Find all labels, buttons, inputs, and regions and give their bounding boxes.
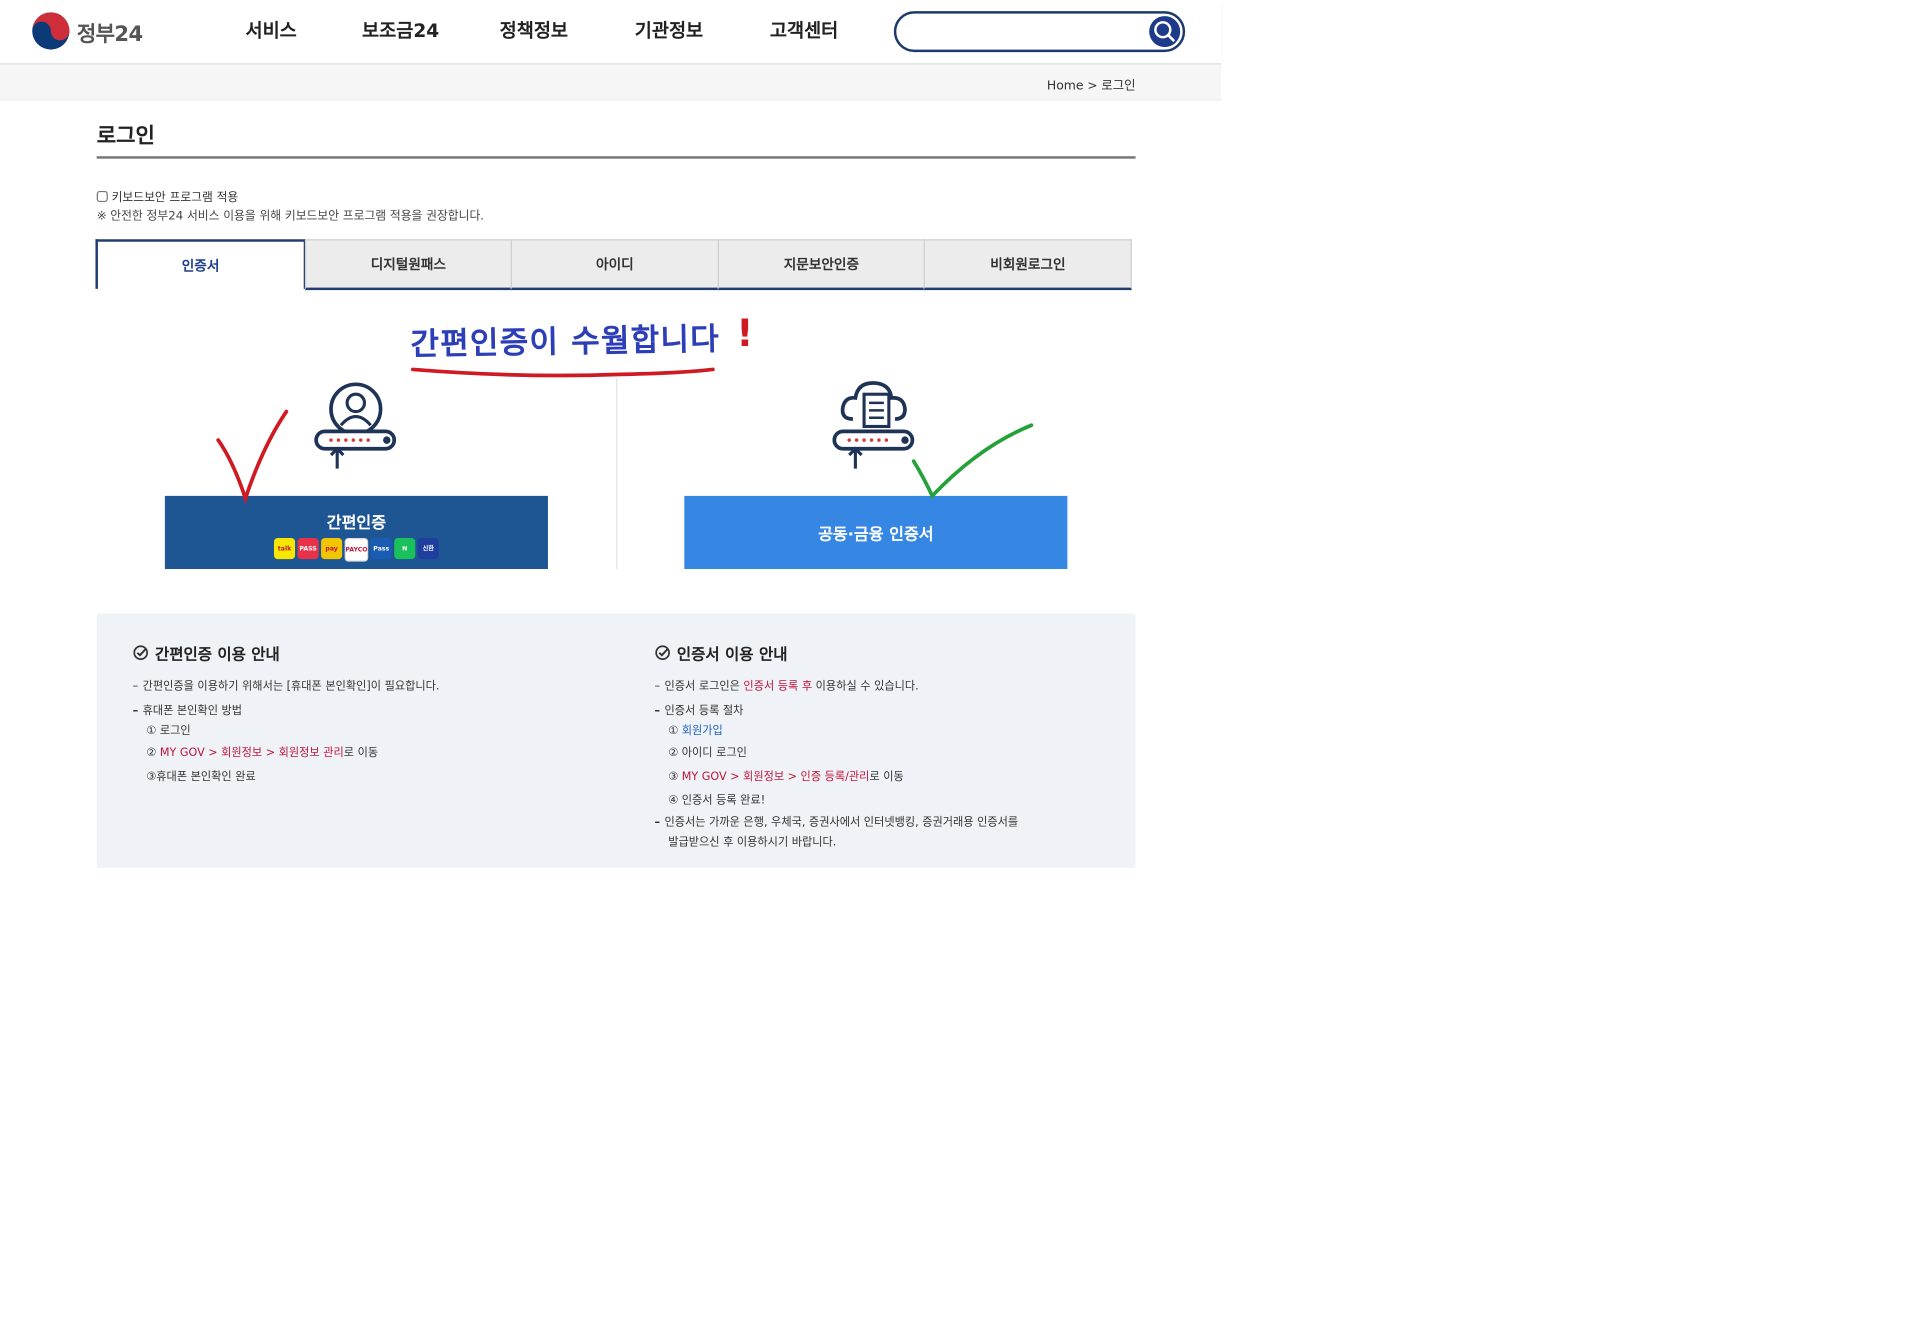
simple-auth-guide-title: 간편인증 이용 안내 [133,641,280,665]
kb-icon: Pass [370,538,392,560]
taegeuk-logo-icon [32,12,70,50]
cloud-certificate-icon [832,381,915,469]
nav-item-subsidy[interactable]: 보조금24 [362,17,500,43]
guide-text: ② 아이디 로그인 [668,747,747,760]
simple-auth-button[interactable]: 간편인증 talk PASS pay PAYCO Pass N 신한 [164,495,548,570]
guide-line: – 휴대폰 본인확인 방법 [132,705,243,718]
guide-text: 로 이동 [869,771,904,784]
nav-item-support[interactable]: 고객센터 [770,17,838,43]
guide-text: 인증서는 가까운 은행, 우체국, 증권사에서 인터넷뱅킹, 증권거래용 인증서… [664,816,1019,830]
certificate-login-button[interactable]: 공동·금융 인증서 [684,495,1068,570]
page-title: 로그인 [96,123,155,149]
guide-line: ③ MY GOV > 회원정보 > 인증 등록/관리로 이동 [668,770,904,785]
red-underline [410,367,715,378]
tab-non-member[interactable]: 비회원로그인 [924,239,1132,291]
guide-highlight: 인증서 등록 후 [743,680,813,693]
guide-line: – 인증서는 가까운 은행, 우체국, 증권사에서 인터넷뱅킹, 증권거래용 인증… [654,816,1019,830]
stage: 정부24 서비스 보조금24 정책정보 기관정보 고객센터 Home > 로그인 로… [0,0,1920,1080]
title-divider [96,156,1136,159]
tab-id[interactable]: 아이디 [510,239,719,291]
samsung-pass-icon: PAYCO [344,538,369,562]
search-button[interactable] [1149,16,1181,48]
guide-line: ② MY GOV > 회원정보 > 회원정보 관리로 이동 [146,746,378,761]
guide-text: ① 로그인 [146,725,191,738]
simple-auth-label: 간편인증 [326,514,387,534]
cert-guide-title: 인증서 이용 안내 [655,641,788,665]
keyboard-security-label: 키보드보안 프로그램 적용 [111,190,239,205]
green-checkmark [911,423,1034,500]
guide-line: ③휴대폰 본인확인 완료 [146,770,255,785]
guide-line: ② 아이디 로그인 [668,746,747,761]
nav-item-service[interactable]: 서비스 [245,17,362,43]
guide-text: 휴대폰 본인확인 방법 [142,705,243,718]
search-box [893,11,1186,53]
tab-certificate[interactable]: 인증서 [95,239,306,289]
simple-auth-guide: 간편인증 이용 안내 [133,641,280,665]
nav-item-policy[interactable]: 정책정보 [500,17,635,43]
breadcrumb: Home > 로그인 [1047,74,1136,93]
simple-auth-providers: talk PASS pay PAYCO Pass N 신한 [165,538,548,562]
keyboard-security-note: ※ 안전한 정부24 서비스 이용을 위해 키보드보안 프로그램 적용을 권장합… [96,209,485,224]
person-login-icon [314,382,397,469]
handwritten-annotation: 간편인증이 수월합니다 [410,320,721,363]
guide-line: ① 회원가입 [668,724,723,739]
guide-line: – 간편인증을 이용하기 위해서는 [휴대폰 본인확인]이 필요합니다. [132,680,440,693]
search-input[interactable] [911,19,1152,45]
usage-guide: 간편인증 이용 안내 – 간편인증을 이용하기 위해서는 [휴대폰 본인확인]이 … [96,613,1136,868]
guide-line: 발급받으신 후 이용하시기 바랍니다. [668,836,836,851]
annotation-exclamation: ! [736,312,754,356]
signup-link[interactable]: 회원가입 [682,725,723,737]
naver-icon: N [394,538,416,560]
guide-text: 발급받으신 후 이용하시기 바랍니다. [668,836,837,850]
guide-text: ① [668,725,682,738]
guide-text: 인증서 로그인은 [664,680,744,693]
main-nav: 서비스 보조금24 정책정보 기관정보 고객센터 [245,17,838,43]
guide-text: 이용하실 수 있습니다. [812,680,919,693]
guide-line: – 인증서 로그인은 인증서 등록 후 이용하실 수 있습니다. [654,680,919,693]
shinhan-icon: 신한 [417,538,439,560]
guide-text: ② [146,747,160,760]
guide-text: ③휴대폰 본인확인 완료 [146,771,256,784]
keyboard-security-checkbox[interactable] [96,190,108,202]
nav-item-agency[interactable]: 기관정보 [635,17,770,43]
guide-link[interactable]: MY GOV > 회원정보 > 인증 등록/관리 [682,771,870,783]
options-divider [616,378,618,570]
check-circle-icon [655,645,670,661]
breadcrumb-home[interactable]: Home [1047,79,1084,93]
guide-line: – 인증서 등록 절차 [654,705,744,718]
gov24-site: 정부24 서비스 보조금24 정책정보 기관정보 고객센터 Home > 로그인 로… [0,0,1222,1339]
keyboard-security-option[interactable]: 키보드보안 프로그램 적용 [96,187,239,205]
breadcrumb-separator: > [1087,79,1098,93]
guide-link[interactable]: MY GOV > 회원정보 > 회원정보 관리 [160,748,344,760]
login-tabs: 인증서 디지털원패스 아이디 지문보안인증 비회원로그인 [95,239,1132,291]
kakao-icon: talk [273,538,296,560]
search-icon [1154,21,1175,42]
cert-guide-heading: 인증서 이용 안내 [676,644,788,664]
guide-line: ④ 인증서 등록 완료! [668,793,765,808]
guide-text: 인증서 등록 절차 [664,705,744,718]
site-header: 정부24 서비스 보조금24 정책정보 기관정보 고객센터 [0,0,1222,65]
logo-text: 정부24 [76,21,143,47]
breadcrumb-current: 로그인 [1101,79,1136,93]
tab-fingerprint[interactable]: 지문보안인증 [717,239,926,291]
cert-guide: 인증서 이용 안내 [655,641,788,665]
guide-text: 간편인증을 이용하기 위해서는 [휴대폰 본인확인]이 필요합니다. [142,680,440,693]
payco-icon: pay [321,538,343,560]
red-checkmark [216,409,289,505]
tab-digital-onepass[interactable]: 디지털원패스 [304,239,513,291]
breadcrumb-bar: Home > 로그인 [0,64,1222,101]
logo[interactable]: 정부24 [31,11,143,51]
check-circle-icon [133,645,149,661]
pass-icon: PASS [297,538,319,560]
guide-line: ① 로그인 [146,724,190,739]
guide-text: 로 이동 [343,747,379,760]
simple-auth-guide-heading: 간편인증 이용 안내 [154,644,280,664]
guide-text: ④ 인증서 등록 완료! [668,794,766,808]
guide-text: ③ [668,771,682,784]
